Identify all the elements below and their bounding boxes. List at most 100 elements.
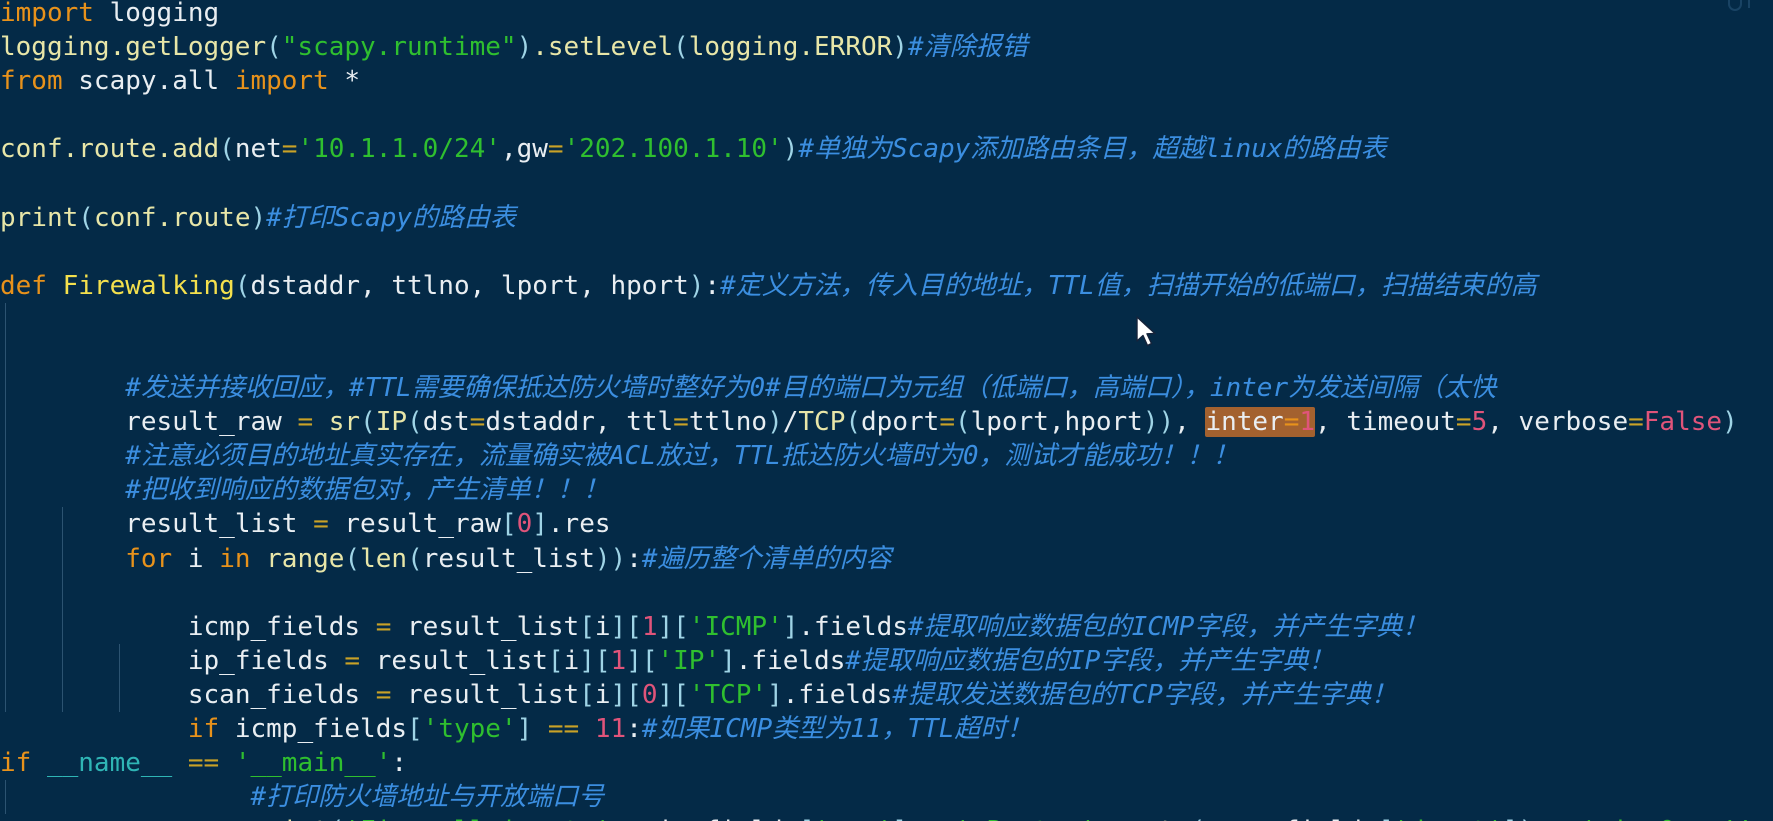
code-token-plain: : xyxy=(391,748,408,779)
code-line-18[interactable]: scan_fields = result_list[i][0]['TCP'].f… xyxy=(0,575,1773,710)
code-token-punct: ) xyxy=(1519,816,1535,821)
window-overlay-artifact-icon xyxy=(1695,0,1765,24)
code-line-7[interactable]: print(conf.route)#打印Scapy的路由表 xyxy=(0,201,1773,235)
code-content[interactable]: import logging logging.getLogger("scapy.… xyxy=(0,0,1773,821)
indent-guide xyxy=(5,336,6,372)
code-token-punct: ) xyxy=(250,202,267,233)
code-line-22[interactable] xyxy=(0,712,1773,746)
code-token-ident: str xyxy=(1143,816,1190,821)
code-token-str: '10.1.1.0/24' xyxy=(297,134,501,165)
code-token-str: 'Firewall is at ' xyxy=(344,816,610,821)
code-token-kw: if xyxy=(0,748,32,779)
code-token-func: Firewalking xyxy=(62,270,235,301)
indent-guide xyxy=(62,507,63,542)
code-token-punct: ( xyxy=(266,32,282,63)
code-token-cm: #单独为Scapy添加路由条目，超越linux的路由表 xyxy=(798,134,1387,165)
code-token-ident: conf.route xyxy=(93,202,251,233)
code-token-kw: import xyxy=(234,66,329,97)
code-line-16[interactable]: icmp_fields = result_list[i][1]['ICMP'].… xyxy=(0,507,1773,642)
code-line-14[interactable]: result_list = result_raw[0].res xyxy=(0,439,1773,539)
code-line-11[interactable]: result_raw = sr(IP(dst=dstaddr, ttl=ttln… xyxy=(0,336,1773,438)
code-token-op: = xyxy=(281,134,298,165)
indent-guide xyxy=(5,473,6,508)
code-token-ident: .setLevel xyxy=(532,32,674,63)
code-line-20[interactable]: #打印防火墙地址与开放端口号 xyxy=(0,643,1773,812)
code-token-cm: #打印Scapy的路由表 xyxy=(266,202,517,233)
indent-guide xyxy=(5,575,6,610)
code-line-19[interactable]: if icmp_fields['type'] == 11:#如果ICMP类型为1… xyxy=(0,609,1773,744)
code-line-4[interactable] xyxy=(0,98,1773,132)
indent-guide xyxy=(5,507,6,542)
code-line-9[interactable]: def Firewalking(dstaddr, ttlno, lport, h… xyxy=(0,269,1773,303)
code-token-plain: * xyxy=(328,66,361,97)
code-token-punct: ( xyxy=(219,134,235,165)
code-token-ident: logging.getLogger xyxy=(0,32,267,63)
code-token-op: = xyxy=(547,134,564,165)
code-line-8[interactable] xyxy=(0,235,1773,269)
code-token-op: + xyxy=(1550,816,1566,821)
code-token-op: == xyxy=(187,748,220,779)
code-editor-viewport[interactable]: import logging logging.getLogger("scapy.… xyxy=(0,0,1773,821)
indent-guide xyxy=(5,302,6,337)
code-token-punct: ( xyxy=(234,270,251,301)
code-token-punct: [ xyxy=(798,816,814,821)
code-token-plain: : xyxy=(704,270,721,301)
indent-guide xyxy=(62,677,63,712)
code-line-21[interactable]: print('Firewall is at ' + ip_fields['src… xyxy=(0,677,1773,821)
code-line-1[interactable]: import logging xyxy=(0,0,1773,30)
code-token-punct: [ xyxy=(1378,816,1394,821)
code-token-plain: scan_fields xyxy=(1205,816,1377,821)
code-token-punct: ] xyxy=(892,816,908,821)
code-token-punct: ) xyxy=(782,134,799,165)
indent-guide xyxy=(5,371,6,406)
code-line-23[interactable]: if __name__ == '__main__': xyxy=(0,746,1773,780)
indent-guide xyxy=(5,609,6,644)
code-line-24[interactable]: Firewalking('10.1.1.1', 0, 20, 40) xyxy=(0,780,1773,815)
code-token-str: "scapy.runtime" xyxy=(281,32,517,63)
code-line-12[interactable]: #注意必须目的地址真实存在，流量确实被ACL放过，TTL抵达防火墙时为0，测试才… xyxy=(0,371,1773,471)
code-token-punct: ( xyxy=(1190,816,1206,821)
code-token-cm: #定义方法，传入目的地址，TTL值，扫描开始的低端口，扫描结束的高 xyxy=(720,270,1537,301)
code-token-punct: ( xyxy=(673,32,689,63)
code-token-cm: #清除报错 xyxy=(907,32,1028,63)
code-line-17[interactable]: ip_fields = result_list[i][1]['IP'].fiel… xyxy=(0,541,1773,676)
code-token-plain: scapy.all xyxy=(62,66,235,97)
code-token-plain: logging xyxy=(93,0,220,28)
code-token-str: ' Port: ' xyxy=(955,816,1096,821)
indent-guide xyxy=(5,405,6,440)
code-token-kw: def xyxy=(0,270,47,301)
code-token-punct: ) xyxy=(688,270,705,301)
indent-guide xyxy=(5,677,6,712)
code-token-str: 'src' xyxy=(814,816,892,821)
indent-guide xyxy=(62,541,63,576)
code-token-op: + xyxy=(1111,816,1127,821)
code-token-plain: dstaddr, ttlno, lport, hport xyxy=(250,270,689,301)
code-line-2[interactable]: logging.getLogger("scapy.runtime").setLe… xyxy=(0,30,1773,64)
code-token-str: 'dport' xyxy=(1393,816,1503,821)
indent-guide xyxy=(5,643,6,678)
code-line-6[interactable] xyxy=(0,166,1773,200)
code-token-str: '202.100.1.10' xyxy=(563,134,783,165)
code-token-plain: gw xyxy=(516,134,548,165)
code-line-3[interactable]: from scapy.all import * xyxy=(0,64,1773,98)
code-token-str: ' is Open!! xyxy=(1581,816,1753,821)
code-line-15[interactable]: for i in range(len(result_list)):#遍历整个清单… xyxy=(0,473,1773,574)
indent-guide xyxy=(119,677,120,712)
code-line-13[interactable]: #把收到响应的数据包对，产生清单！！！ xyxy=(0,405,1773,505)
code-token-kw: import xyxy=(0,0,94,28)
code-token-ident: print xyxy=(250,816,328,821)
indent-guide xyxy=(119,643,120,678)
indent-guide xyxy=(5,439,6,474)
code-line-10[interactable]: #发送并接收回应，#TTL需要确保抵达防火墙时整好为0#目的端口为元组（低端口，… xyxy=(0,302,1773,403)
code-token-ident: logging.ERROR xyxy=(688,32,893,63)
code-token-punct: ] xyxy=(1503,816,1519,821)
code-token-dunder: __name__ xyxy=(46,748,173,779)
code-token-str: '__main__' xyxy=(234,748,392,779)
code-line-5[interactable]: conf.route.add(net='10.1.1.0/24',gw='202… xyxy=(0,132,1773,166)
